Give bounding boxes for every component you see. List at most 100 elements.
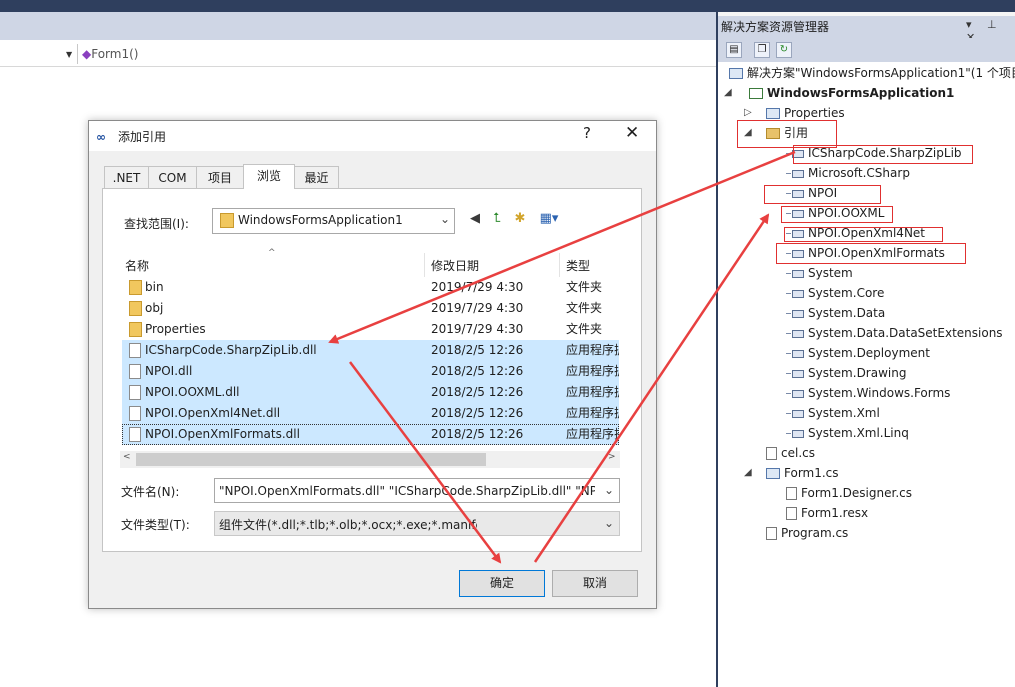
scroll-left-icon[interactable]: <	[123, 452, 131, 462]
folder-icon	[129, 301, 142, 316]
tree-item-label: Program.cs	[781, 526, 849, 540]
reference-icon	[792, 309, 804, 318]
tree-item[interactable]: Microsoft.CSharp	[786, 163, 910, 183]
dll-file-icon	[129, 385, 141, 400]
back-icon[interactable]: ◀	[467, 211, 483, 227]
tab-project[interactable]: 项目	[196, 166, 244, 188]
dialog-title-bar	[89, 121, 656, 151]
tree-item[interactable]: System.Data	[786, 303, 885, 323]
tree-item[interactable]: Form1.resx	[786, 503, 868, 523]
file-date-cell: 2018/2/5 12:26	[431, 406, 524, 420]
tree-item[interactable]: System	[786, 263, 853, 283]
column-header-date[interactable]: 修改日期	[431, 255, 479, 277]
file-row[interactable]: NPOI.OOXML.dll 2018/2/5 12:26 应用程序扩展	[122, 382, 619, 403]
file-name-cell: ICSharpCode.SharpZipLib.dll	[145, 343, 317, 357]
reference-connector-icon	[786, 333, 791, 334]
method-icon: ◆	[82, 47, 92, 61]
reference-connector-icon	[786, 153, 791, 154]
tree-item[interactable]: System.Xml	[786, 403, 880, 423]
properties-view-icon[interactable]: ▤	[726, 42, 742, 58]
file-name-cell: bin	[145, 280, 164, 294]
file-row[interactable]: NPOI.OpenXmlFormats.dll 2018/2/5 12:26 应用程…	[122, 424, 619, 445]
annotation-box-npoi-openxmlformats	[776, 243, 966, 264]
reference-icon	[792, 169, 804, 178]
reference-icon	[792, 289, 804, 298]
member-dropdown[interactable]: ◆Form1()	[82, 44, 138, 64]
dll-file-icon	[129, 406, 141, 421]
sort-ascending-icon: ^	[268, 248, 276, 258]
reference-icon	[792, 389, 804, 398]
ide-tab-strip	[0, 12, 716, 40]
column-header-type[interactable]: 类型	[566, 255, 590, 277]
file-row[interactable]: bin 2019/7/29 4:30 文件夹	[122, 277, 619, 298]
file-name-input[interactable]	[214, 478, 620, 503]
scroll-right-icon[interactable]: >	[608, 452, 616, 462]
file-row[interactable]: ICSharpCode.SharpZipLib.dll 2018/2/5 12:2…	[122, 340, 619, 361]
file-type-cell: 文件夹	[566, 301, 603, 315]
tree-item-label: System.Xml	[808, 406, 880, 420]
dll-file-icon	[129, 343, 141, 358]
tree-item[interactable]: 解决方案"WindowsFormsApplication1"(1 个项目)	[729, 63, 1015, 83]
help-button[interactable]: ?	[583, 124, 591, 142]
cancel-button[interactable]: 取消	[552, 570, 638, 597]
scrollbar-thumb[interactable]	[136, 453, 486, 466]
tree-item-label: Properties	[784, 106, 845, 120]
tab-browse[interactable]: 浏览	[243, 164, 295, 189]
look-in-label: 查找范围(I):	[124, 217, 189, 231]
tree-item[interactable]: WindowsFormsApplication1	[749, 83, 954, 103]
column-separator[interactable]	[424, 253, 425, 277]
expand-icon[interactable]: ▷	[744, 107, 752, 118]
file-row[interactable]: obj 2019/7/29 4:30 文件夹	[122, 298, 619, 319]
file-name-cell: obj	[145, 301, 164, 315]
ok-button[interactable]: 确定	[459, 570, 545, 597]
tree-item[interactable]: System.Data.DataSetExtensions	[786, 323, 1003, 343]
collapse-icon[interactable]: ◢	[744, 467, 752, 478]
tree-item[interactable]: System.Windows.Forms	[786, 383, 950, 403]
reference-connector-icon	[786, 173, 791, 174]
tree-item[interactable]: Form1.cs	[766, 463, 839, 483]
column-header-name[interactable]: 名称	[125, 255, 149, 277]
file-name-cell: NPOI.OpenXmlFormats.dll	[145, 427, 300, 441]
column-separator[interactable]	[559, 253, 560, 277]
tree-item[interactable]: System.Drawing	[786, 363, 906, 383]
file-name-cell: NPOI.dll	[145, 364, 193, 378]
reference-connector-icon	[786, 293, 791, 294]
file-row[interactable]: Properties 2019/7/29 4:30 文件夹	[122, 319, 619, 340]
reference-connector-icon	[786, 433, 791, 434]
view-menu-icon[interactable]: ▦▾	[536, 211, 562, 227]
chevron-down-icon[interactable]: ▼	[66, 50, 72, 59]
tree-item-label: Form1.resx	[801, 506, 869, 520]
tree-item[interactable]: cel.cs	[766, 443, 815, 463]
chevron-down-icon[interactable]: ⌄	[440, 212, 450, 226]
chevron-down-icon[interactable]: ⌄	[604, 483, 614, 497]
tree-item[interactable]: Form1.Designer.cs	[786, 483, 912, 503]
reference-icon	[792, 329, 804, 338]
tree-item[interactable]: System.Xml.Linq	[786, 423, 909, 443]
file-name-label: 文件名(N):	[121, 485, 180, 499]
reference-connector-icon	[786, 373, 791, 374]
chevron-down-icon[interactable]: ⌄	[604, 516, 614, 530]
tab-recent[interactable]: 最近	[294, 166, 339, 188]
file-type-label: 文件类型(T):	[121, 518, 190, 532]
dialog-app-icon: ∞	[96, 130, 106, 144]
file-name-cell: Properties	[145, 322, 206, 336]
resx-file-icon	[786, 507, 797, 520]
file-row[interactable]: NPOI.dll 2018/2/5 12:26 应用程序扩展	[122, 361, 619, 382]
file-date-cell: 2019/7/29 4:30	[431, 280, 524, 294]
tree-item[interactable]: System.Core	[786, 283, 884, 303]
tree-item-label: Microsoft.CSharp	[808, 166, 910, 180]
reference-icon	[792, 349, 804, 358]
tab-dotnet[interactable]: .NET	[104, 166, 149, 188]
tree-item-label: System.Core	[808, 286, 885, 300]
new-folder-icon[interactable]: ✱	[512, 211, 528, 227]
close-button[interactable]: ✕	[625, 123, 639, 143]
refresh-icon[interactable]: ↻	[776, 42, 792, 58]
up-folder-icon[interactable]: ⮤	[489, 211, 505, 227]
cs-file-icon	[786, 487, 797, 500]
file-row[interactable]: NPOI.OpenXml4Net.dll 2018/2/5 12:26 应用程序扩展	[122, 403, 619, 424]
collapse-icon[interactable]: ◢	[724, 87, 732, 98]
tree-item[interactable]: Program.cs	[766, 523, 848, 543]
show-all-files-icon[interactable]: ❐	[754, 42, 770, 58]
tab-com[interactable]: COM	[148, 166, 197, 188]
tree-item[interactable]: System.Deployment	[786, 343, 930, 363]
